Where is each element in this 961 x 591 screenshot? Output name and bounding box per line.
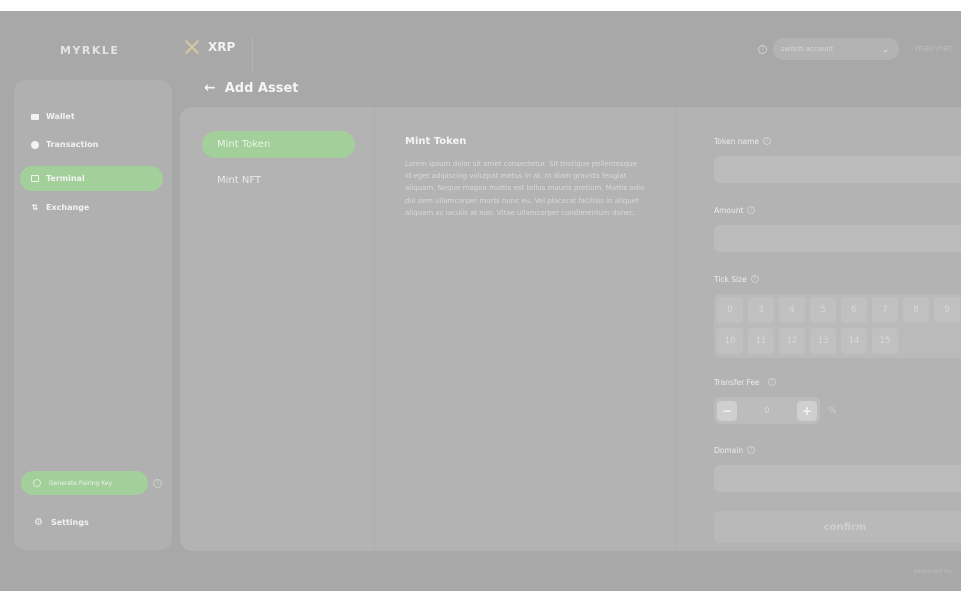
tick-option[interactable]: 4 (779, 297, 805, 323)
plus-icon[interactable]: + (796, 400, 817, 421)
chain-label: XRP (208, 40, 236, 54)
sidebar: Wallet Transaction Terminal ⇅ Exchange G… (14, 80, 172, 550)
tick-option[interactable]: 15 (872, 327, 898, 354)
tick-option[interactable]: 7 (872, 297, 898, 323)
percent-unit: % (828, 405, 837, 416)
amount-input[interactable] (714, 225, 961, 252)
settings-button[interactable]: ⚙ Settings (34, 517, 89, 528)
terminal-icon (31, 175, 39, 183)
sidebar-item-wallet[interactable]: Wallet (20, 104, 163, 129)
sidebar-item-label: Wallet (46, 112, 75, 121)
help-icon[interactable]: ? (747, 446, 756, 454)
tick-option[interactable]: 13 (810, 327, 836, 354)
account-controls: ? switch account ⌄ mainnet ⌄ (758, 38, 961, 60)
tab-mint-token[interactable]: Mint Token (202, 131, 355, 158)
wallet-icon (31, 113, 39, 121)
fingerprint-icon (33, 479, 41, 487)
description-panel: Mint Token Lorem ipsum dolor sit amet co… (405, 136, 645, 219)
app-logo: MYRKLE (60, 44, 120, 57)
tick-option[interactable]: 12 (779, 327, 805, 354)
amount-label: Amount ? (714, 204, 961, 216)
chain-selector[interactable]: XRP (184, 39, 235, 55)
help-icon[interactable]: ? (750, 275, 759, 283)
settings-label: Settings (50, 518, 89, 527)
app-window: MYRKLE XRP ? switch account ⌄ mainnet ⌄ … (0, 11, 961, 591)
tick-size-label-text: Tick Size (714, 274, 747, 284)
tab-mint-nft[interactable]: Mint NFT (202, 167, 355, 194)
token-name-label: Token name ? (714, 135, 961, 147)
header-divider (252, 38, 253, 71)
help-icon[interactable]: ? (747, 206, 756, 214)
tick-option[interactable]: 3 (748, 297, 774, 323)
mint-token-form: Token name ? Amount ? Tick Size ? 0 3 4 … (714, 135, 961, 543)
tick-option[interactable]: 6 (841, 297, 867, 323)
sidebar-item-exchange[interactable]: ⇅ Exchange (20, 195, 163, 220)
switch-account-dropdown[interactable]: switch account ⌄ (773, 38, 899, 60)
tick-option[interactable]: 9 (934, 297, 960, 323)
transfer-fee-label-text: Transfer Fee (714, 377, 760, 387)
amount-label-text: Amount (714, 205, 744, 215)
tick-option[interactable]: 0 (717, 297, 743, 323)
help-icon[interactable]: ? (763, 137, 771, 145)
sidebar-item-transaction[interactable]: Transaction (20, 132, 163, 157)
generate-pairing-key-button[interactable]: Generate Pairing Key (21, 471, 148, 495)
transfer-fee-label: Transfer Fee ? (714, 376, 961, 388)
tick-option[interactable]: 11 (748, 327, 774, 354)
domain-label: Domain ? (714, 444, 961, 456)
token-name-label-text: Token name (714, 136, 759, 146)
column-divider (374, 107, 375, 551)
sidebar-item-label: Terminal (46, 174, 85, 183)
minus-icon[interactable]: − (717, 400, 737, 421)
page-title: ← Add Asset (204, 80, 299, 96)
help-icon[interactable]: ? (767, 378, 776, 386)
transfer-fee-value[interactable]: 0 (764, 406, 769, 416)
description-title: Mint Token (405, 136, 467, 147)
transfer-fee-row: − 0 + % (714, 397, 961, 424)
tick-size-label: Tick Size ? (714, 273, 961, 285)
domain-label-text: Domain (714, 445, 744, 455)
confirm-button[interactable]: confirm (714, 511, 961, 543)
page-title-text: Add Asset (224, 80, 299, 96)
generate-key-label: Generate Pairing Key (49, 479, 113, 487)
chevron-down-icon: ⌄ (882, 44, 889, 54)
help-icon[interactable]: ? (153, 479, 162, 488)
sidebar-item-terminal[interactable]: Terminal (20, 166, 163, 191)
sidebar-item-label: Exchange (46, 203, 90, 212)
switch-account-text: switch account (781, 45, 834, 53)
transfer-fee-stepper: − 0 + (714, 397, 820, 424)
tick-option[interactable]: 10 (717, 327, 743, 354)
sidebar-item-label: Transaction (46, 140, 99, 149)
gear-icon: ⚙ (34, 517, 43, 528)
token-name-input[interactable] (714, 156, 961, 183)
tick-size-grid: 0 3 4 5 6 7 8 9 10 11 12 13 14 15 (714, 294, 961, 358)
transaction-icon (31, 140, 39, 149)
powered-by-footer: powered by (914, 567, 953, 575)
back-arrow-icon[interactable]: ← (204, 80, 216, 96)
tick-option[interactable]: 14 (841, 327, 867, 354)
asset-type-tabs: Mint Token Mint NFT (202, 131, 355, 194)
network-selector[interactable]: mainnet (915, 44, 952, 54)
description-body: Lorem ipsum dolor sit amet consectetur. … (405, 160, 645, 217)
exchange-icon: ⇅ (31, 203, 39, 212)
domain-input[interactable] (714, 465, 961, 492)
help-icon[interactable]: ? (758, 44, 767, 54)
tick-option[interactable]: 5 (810, 297, 836, 323)
add-asset-card: Mint Token Mint NFT Mint Token Lorem ips… (180, 107, 961, 551)
column-divider (676, 107, 677, 551)
xrp-icon (184, 39, 200, 55)
tick-option[interactable]: 8 (903, 297, 929, 323)
